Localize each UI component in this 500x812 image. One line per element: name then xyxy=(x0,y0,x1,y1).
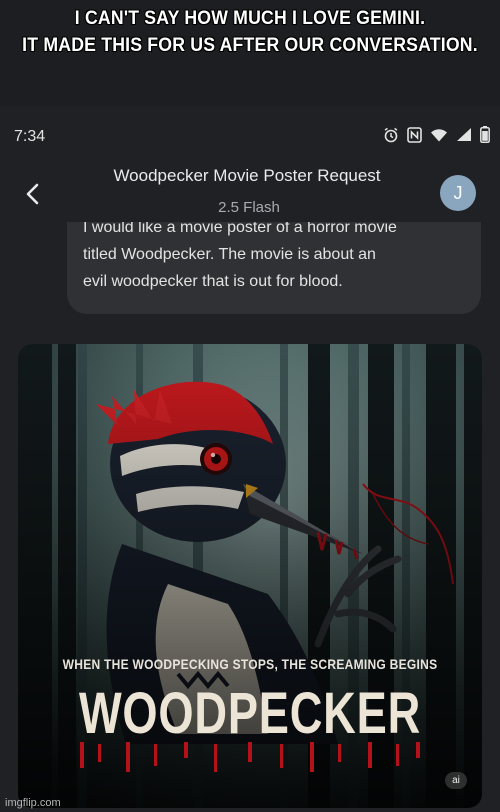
poster-tagline: WHEN THE WOODPECKING STOPS, THE SCREAMIN… xyxy=(62,656,438,672)
avatar[interactable]: J xyxy=(440,175,476,211)
imgflip-watermark: imgflip.com xyxy=(5,797,61,809)
message-line-2: titled Woodpecker. The movie is about an xyxy=(83,246,376,263)
meme-caption-line-2: IT MADE THIS FOR US AFTER OUR CONVERSATI… xyxy=(22,35,478,56)
status-icons xyxy=(383,126,490,148)
message-line-3: evil woodpecker that is out for blood. xyxy=(83,273,343,290)
poster-title: WOODPECKER xyxy=(78,681,422,746)
app-header: Woodpecker Movie Poster Request 2.5 Flas… xyxy=(0,166,500,222)
wifi-off-icon xyxy=(456,127,472,147)
user-message-text: I would like a movie poster of a horror … xyxy=(83,222,475,295)
phone-screen: 7:34 Woodpecker Movie Poster Request 2.5 xyxy=(0,106,500,812)
meme-caption-band: I CAN'T SAY HOW MUCH I LOVE GEMINI. IT M… xyxy=(0,0,500,106)
status-time: 7:34 xyxy=(14,128,46,145)
nfc-icon xyxy=(407,126,422,148)
wifi-icon xyxy=(430,127,448,147)
alarm-icon xyxy=(383,127,399,148)
user-message-bubble: I would like a movie poster of a horror … xyxy=(67,222,481,314)
message-line-1: I would like a movie poster of a horror … xyxy=(83,222,397,236)
model-selector[interactable]: 2.5 Flash xyxy=(0,199,499,216)
status-bar: 7:34 xyxy=(0,106,500,166)
meme-caption-line-1: I CAN'T SAY HOW MUCH I LOVE GEMINI. xyxy=(74,8,426,29)
generated-poster-image[interactable]: WHEN THE WOODPECKING STOPS, THE SCREAMIN… xyxy=(18,344,482,808)
battery-icon xyxy=(480,126,490,148)
chat-title[interactable]: Woodpecker Movie Poster Request xyxy=(0,166,497,186)
ai-generated-badge: ai xyxy=(445,772,467,789)
